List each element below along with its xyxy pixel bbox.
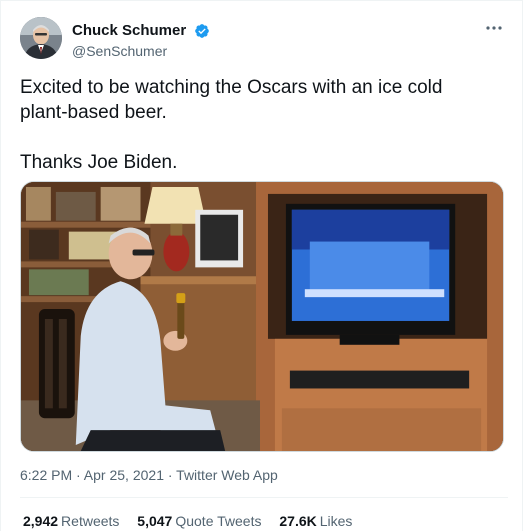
- likes-label: Likes: [319, 513, 353, 529]
- avatar-photo: [20, 17, 62, 59]
- avatar[interactable]: [20, 17, 62, 59]
- tweet-paragraph: Thanks Joe Biden.: [20, 152, 178, 173]
- quote-tweets-label: Quote Tweets: [175, 513, 262, 529]
- likes-count: 27.6K: [279, 513, 317, 529]
- author-handle[interactable]: @SenSchumer: [72, 42, 210, 60]
- author-display-name[interactable]: Chuck Schumer: [72, 22, 186, 40]
- verified-badge-icon: [194, 24, 209, 38]
- retweets-label: Retweets: [61, 513, 120, 529]
- likes-stat[interactable]: 27.6K Likes: [279, 512, 352, 530]
- tweet-header: Chuck Schumer @SenSchumer: [20, 17, 508, 63]
- tweet-photo[interactable]: [20, 181, 504, 452]
- divider: [20, 497, 508, 498]
- tweet-card: Chuck Schumer @SenSchumer Excited to be …: [0, 0, 523, 531]
- quote-tweets-count: 5,047: [137, 513, 173, 529]
- tweet-paragraph: Excited to be watching the Oscars with a…: [20, 77, 443, 123]
- retweets-stat[interactable]: 2,942 Retweets: [23, 512, 119, 530]
- author-block: Chuck Schumer @SenSchumer: [72, 22, 210, 60]
- photo-illustration: [21, 182, 503, 451]
- tweet-text: Excited to be watching the Oscars with a…: [20, 75, 490, 175]
- more-icon[interactable]: [484, 19, 504, 35]
- tweet-stats: 2,942 Retweets 5,047 Quote Tweets 27.6K Lik…: [23, 512, 366, 530]
- retweets-count: 2,942: [23, 513, 59, 529]
- tweet-timestamp[interactable]: 6:22 PM · Apr 25, 2021 · Twitter Web App: [20, 466, 278, 484]
- more-dots-icon: [486, 26, 502, 30]
- quote-tweets-stat[interactable]: 5,047 Quote Tweets: [137, 512, 261, 530]
